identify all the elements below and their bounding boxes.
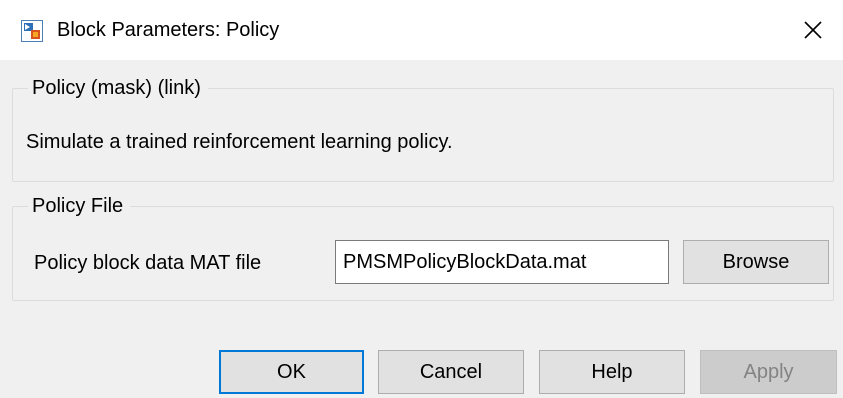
mask-description-text: Simulate a trained reinforcement learnin… [26,131,453,153]
cancel-button[interactable]: Cancel [378,350,524,394]
mat-file-label: Policy block data MAT file [34,252,262,274]
help-button[interactable]: Help [539,350,685,394]
close-icon [804,21,822,39]
title-bar: Block Parameters: Policy [0,0,843,60]
apply-button[interactable]: Apply [700,350,837,394]
mat-file-input[interactable] [335,240,669,284]
simulink-block-icon [21,20,43,42]
dialog-title: Block Parameters: Policy [57,19,280,41]
block-parameters-dialog: Block Parameters: Policy Policy (mask) (… [0,0,843,398]
policy-file-group-title: Policy File [28,193,131,219]
close-button[interactable] [783,0,843,60]
browse-button[interactable]: Browse [683,240,829,284]
mask-group-title: Policy (mask) (link) [28,75,208,101]
ok-button[interactable]: OK [219,350,364,394]
